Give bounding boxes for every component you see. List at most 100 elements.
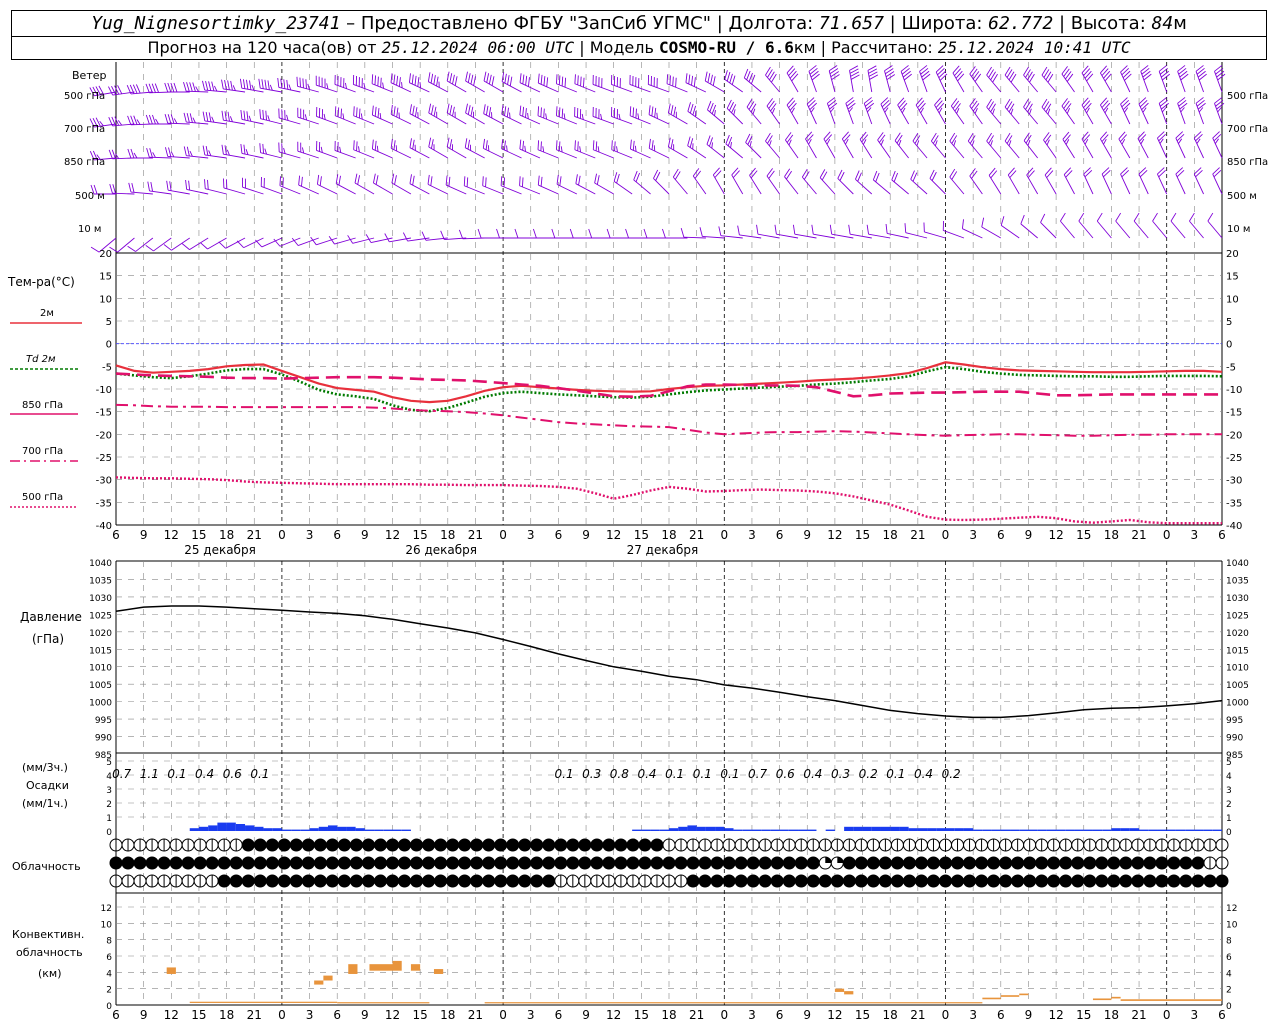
cloud-circle [926,856,940,870]
cloud-symbol [578,838,592,852]
wind-barb [666,74,688,93]
wind-barb [218,237,246,249]
cloud-symbol [686,874,700,888]
cloud-symbol [1047,874,1061,888]
wind-barb [1062,131,1075,159]
temp-ytick-left: -30 [96,476,112,487]
precip-bar [733,829,743,831]
wind-barb-shaft [353,84,375,93]
wind-barb-shaft [1120,173,1131,195]
wind-barb-feather [207,179,209,190]
wind-barb-feather [189,82,193,92]
wind-barb [1043,132,1057,159]
wind-barb-shaft [1195,71,1204,93]
wind-barb-shaft [391,182,412,195]
cloud-symbol [386,856,399,870]
precip-bar [650,829,660,831]
wind-barb [766,98,780,125]
wind-barb-feather [183,112,187,123]
cloud-symbol [566,856,580,870]
wind-barb-feather [280,78,283,89]
cloud-symbol [939,838,952,852]
wind-barb [819,169,836,195]
wind-barb-feather [509,76,513,87]
wind-barb [373,173,393,195]
wind-barb-shaft [1062,139,1075,159]
hour-tick-label-bottom: 9 [582,1008,590,1022]
wind-barb [409,104,430,125]
cloud-circle [1035,856,1049,870]
cloud-symbol [1215,856,1229,870]
cloud-symbol [494,874,508,888]
cloud-symbol [975,838,989,852]
wind-barb-feather [848,224,851,235]
wind-barb [877,132,891,159]
cloud-circle [373,838,387,852]
cloud-circle [854,856,868,870]
wind-barb-feather [561,76,564,87]
cloud-symbol [373,856,387,870]
cloud-circle [902,874,916,888]
cloud-symbol [734,856,748,870]
wind-barb-feather [181,243,190,251]
hour-tick-label-bottom: 0 [499,1008,507,1022]
cloud-circle [253,874,267,888]
cloud-circle [337,874,351,888]
wind-barb-feather [706,135,711,145]
wind-barb [745,133,762,159]
precip-bar [908,828,918,831]
wind-barb [1004,98,1020,125]
wind-barb-feather [579,146,582,153]
wind-barb-feather [546,77,549,87]
convective-bar [1019,993,1029,996]
wind-barb-shaft [482,185,504,195]
conv-ytick-left: 0 [106,1002,112,1012]
wind-barb-feather [230,80,233,91]
cloud-circle [1167,856,1181,870]
wind-barb-feather [269,84,273,91]
cloud-circle [289,874,303,888]
cloud-symbol [217,838,231,852]
wind-barb-feather [340,108,342,119]
cloud-circle [1059,874,1073,888]
precip-ytick-right: 5 [1226,758,1232,768]
wind-barb [784,168,799,195]
hour-tick-label-bottom: 18 [661,1008,676,1022]
wind-barb-feather [507,75,510,85]
cloud-symbol [193,856,207,870]
cloud-circle [205,856,219,870]
wind-barb-shaft [1061,105,1075,125]
cloud-symbol [1011,874,1025,888]
cloud-symbol [818,838,832,852]
wind-barb-feather [384,233,390,243]
cloud-symbol [710,874,724,888]
cloud-circle [782,874,796,888]
wind-barb-shaft [1158,71,1168,93]
hour-tick-label-temp: 0 [278,528,286,542]
wind-barb-shaft [877,139,891,159]
wind-barb-feather [704,71,708,82]
wind-barb-feather [109,184,113,194]
cloud-circle [626,856,640,870]
wind-barb [1078,212,1094,239]
wind-barb-feather [768,140,772,147]
wind-barb-feather [514,228,519,239]
cloud-symbol [951,874,965,888]
wind-barb [1115,212,1131,239]
wind-barb-shaft [891,179,909,195]
wind-barb-feather [449,73,453,83]
wind-barb [880,97,891,125]
convective-bar [433,969,444,974]
wind-barb-feather [910,170,915,180]
wind-barb [849,65,860,93]
wind-barb [1100,65,1112,93]
cloud-circle [313,874,327,888]
wind-barb-feather [829,224,833,235]
precip-bar [318,826,328,831]
wind-barb-shaft [1043,139,1057,159]
cloud-symbol [398,874,412,888]
cloud-circle [999,856,1013,870]
wind-barb-feather [483,104,486,114]
wind-barb-feather [248,115,252,122]
wind-barb-shaft [849,70,854,93]
